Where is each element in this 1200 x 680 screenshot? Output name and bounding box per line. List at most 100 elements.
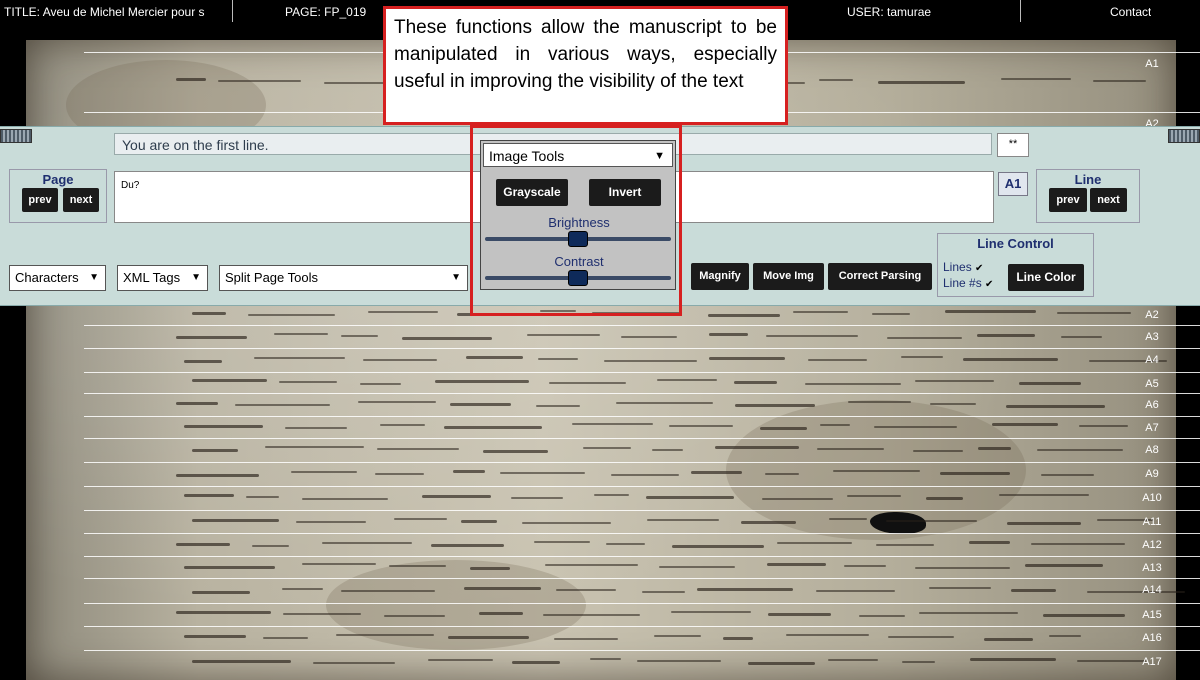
handwriting-stroke [691, 471, 742, 474]
line-guide[interactable] [84, 416, 1200, 417]
handwriting-stroke [672, 544, 764, 548]
handwriting-stroke [285, 427, 347, 429]
handwriting-stroke [1001, 78, 1071, 80]
handwriting-stroke [453, 470, 485, 473]
handwriting-stroke [876, 543, 934, 546]
line-numbers-toggle[interactable]: Line #s ✔ [943, 276, 993, 290]
handwriting-stroke [777, 541, 852, 544]
line-prev-button[interactable]: prev [1049, 188, 1087, 212]
handwriting-stroke [431, 543, 504, 547]
line-number-label: A14 [1142, 584, 1162, 596]
handwriting-stroke [767, 563, 826, 566]
handwriting-stroke [1006, 404, 1105, 408]
line-next-button[interactable]: next [1090, 188, 1127, 212]
handwriting-stroke [929, 586, 991, 589]
line-guide[interactable] [84, 650, 1200, 651]
handwriting-stroke [184, 635, 246, 638]
line-guide[interactable] [84, 462, 1200, 463]
handwriting-stroke [483, 450, 548, 453]
line-guide[interactable] [84, 578, 1200, 579]
line-guide[interactable] [84, 348, 1200, 349]
handwriting-stroke [538, 358, 578, 360]
line-guide[interactable] [84, 556, 1200, 557]
handwriting-stroke [760, 427, 807, 430]
split-page-tools-select[interactable]: Split Page Tools ▼ [219, 265, 468, 291]
line-color-button[interactable]: Line Color [1008, 264, 1084, 291]
handwriting-stroke [793, 311, 848, 313]
line-guide[interactable] [84, 438, 1200, 439]
left-drag-handle[interactable] [0, 129, 32, 143]
handwriting-stroke [999, 494, 1089, 496]
line-number-label: A9 [1145, 468, 1159, 480]
handwriting-stroke [1049, 635, 1081, 637]
line-guide[interactable] [84, 393, 1200, 394]
handwriting-stroke [341, 334, 378, 337]
line-guide[interactable] [84, 533, 1200, 534]
handwriting-stroke [820, 424, 850, 426]
handwriting-stroke [428, 659, 493, 661]
handwriting-stroke [254, 357, 345, 359]
line-guide[interactable] [84, 626, 1200, 627]
handwriting-stroke [248, 314, 335, 316]
line-guide[interactable] [84, 603, 1200, 604]
handwriting-stroke [819, 79, 853, 81]
handwriting-stroke [192, 312, 226, 315]
lines-toggle[interactable]: Lines ✔ [943, 260, 983, 274]
handwriting-stroke [274, 332, 328, 335]
handwriting-stroke [887, 336, 962, 339]
handwriting-stroke [697, 587, 793, 591]
handwriting-stroke [878, 81, 965, 84]
handwriting-stroke [765, 473, 799, 475]
line-number-label: A15 [1142, 609, 1162, 621]
handwriting-stroke [1031, 542, 1125, 545]
handwriting-stroke [708, 314, 780, 317]
handwriting-stroke [992, 423, 1058, 426]
handwriting-stroke [176, 542, 230, 546]
handwriting-stroke [218, 80, 301, 82]
handwriting-stroke [926, 497, 963, 500]
handwriting-stroke [1061, 335, 1102, 338]
user-label: USER: [847, 5, 884, 19]
split-page-tools-label: Split Page Tools [225, 270, 318, 285]
handwriting-stroke [554, 638, 618, 640]
xml-tags-select[interactable]: XML Tags ▼ [117, 265, 208, 291]
handwriting-stroke [913, 450, 963, 452]
line-number-label: A10 [1142, 492, 1162, 504]
special-char-button[interactable]: ** [997, 133, 1029, 157]
handwriting-stroke [384, 614, 445, 617]
handwriting-stroke [394, 517, 447, 520]
contact-link[interactable]: Contact [1110, 5, 1151, 19]
dropdown-arrow-icon: ▼ [451, 272, 461, 283]
line-guide[interactable] [84, 372, 1200, 373]
line-guide[interactable] [84, 325, 1200, 326]
page-value: FP_019 [324, 5, 367, 19]
handwriting-stroke [659, 566, 735, 568]
handwriting-stroke [380, 424, 425, 426]
handwriting-stroke [358, 400, 436, 403]
page-prev-button[interactable]: prev [22, 188, 58, 212]
divider [232, 0, 233, 22]
handwriting-stroke [184, 425, 263, 428]
magnify-button[interactable]: Magnify [691, 263, 749, 290]
handwriting-stroke [915, 567, 1010, 569]
handwriting-stroke [647, 518, 719, 521]
handwriting-stroke [671, 610, 751, 613]
handwriting-stroke [970, 658, 1056, 661]
handwriting-stroke [422, 495, 491, 498]
handwriting-stroke [534, 540, 590, 543]
line-guide[interactable] [84, 510, 1200, 511]
line-guide[interactable] [84, 486, 1200, 487]
move-image-button[interactable]: Move Img [753, 263, 824, 290]
handwriting-stroke [1025, 564, 1103, 567]
handwriting-stroke [637, 660, 721, 662]
handwriting-stroke [874, 426, 957, 428]
page-next-button[interactable]: next [63, 188, 99, 212]
handwriting-stroke [984, 638, 1033, 641]
correct-parsing-button[interactable]: Correct Parsing [828, 263, 932, 290]
characters-select[interactable]: Characters ▼ [9, 265, 106, 291]
handwriting-stroke [748, 662, 815, 665]
handwriting-stroke [176, 474, 259, 477]
right-drag-handle[interactable] [1168, 129, 1200, 143]
page-info: PAGE: FP_019 [285, 5, 366, 19]
handwriting-stroke [977, 333, 1035, 337]
